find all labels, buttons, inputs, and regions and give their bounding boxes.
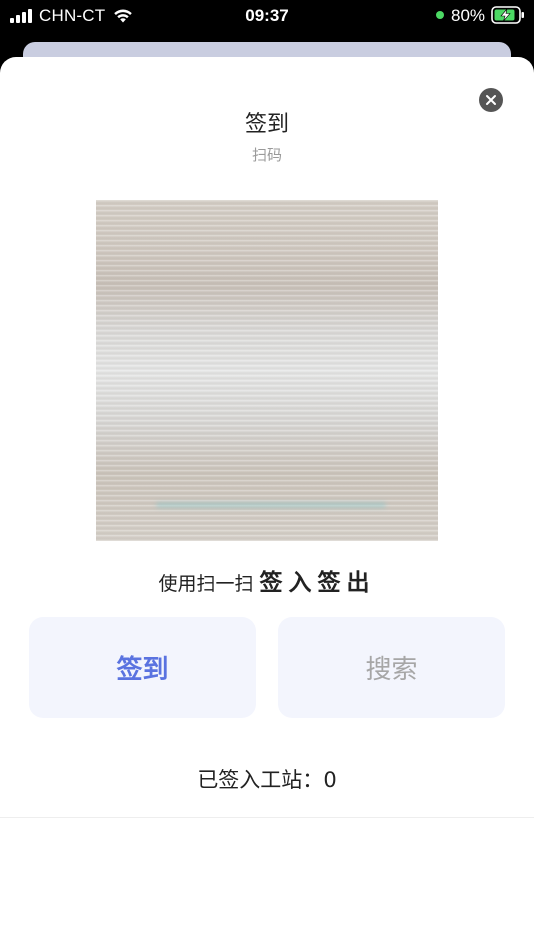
modal-title: 签到 [244, 112, 289, 137]
checked-in-stations-count: 0 [323, 768, 337, 792]
checked-in-stations: 已签入工站：0 [0, 764, 534, 794]
scan-hint: 使用扫一扫 签入签出 [0, 563, 534, 597]
modal-subtitle: 扫码 [251, 146, 282, 164]
scan-hint-prefix: 使用扫一扫 [158, 573, 254, 595]
status-bar: CHN-CT 09:37 80% [0, 0, 534, 32]
battery-charging-icon [491, 6, 524, 24]
scanner-camera-view[interactable] [96, 200, 438, 541]
checked-in-stations-label: 已签入工站： [197, 768, 324, 792]
camera-texture-stripe [156, 502, 386, 508]
search-button[interactable]: 搜索 [278, 617, 505, 718]
charging-dot-icon [436, 11, 444, 19]
checkin-button[interactable]: 签到 [29, 617, 256, 718]
scan-hint-actions: 签入签出 [259, 570, 376, 596]
close-icon [486, 95, 496, 105]
battery-percentage: 80% [451, 6, 486, 25]
divider [0, 817, 534, 818]
